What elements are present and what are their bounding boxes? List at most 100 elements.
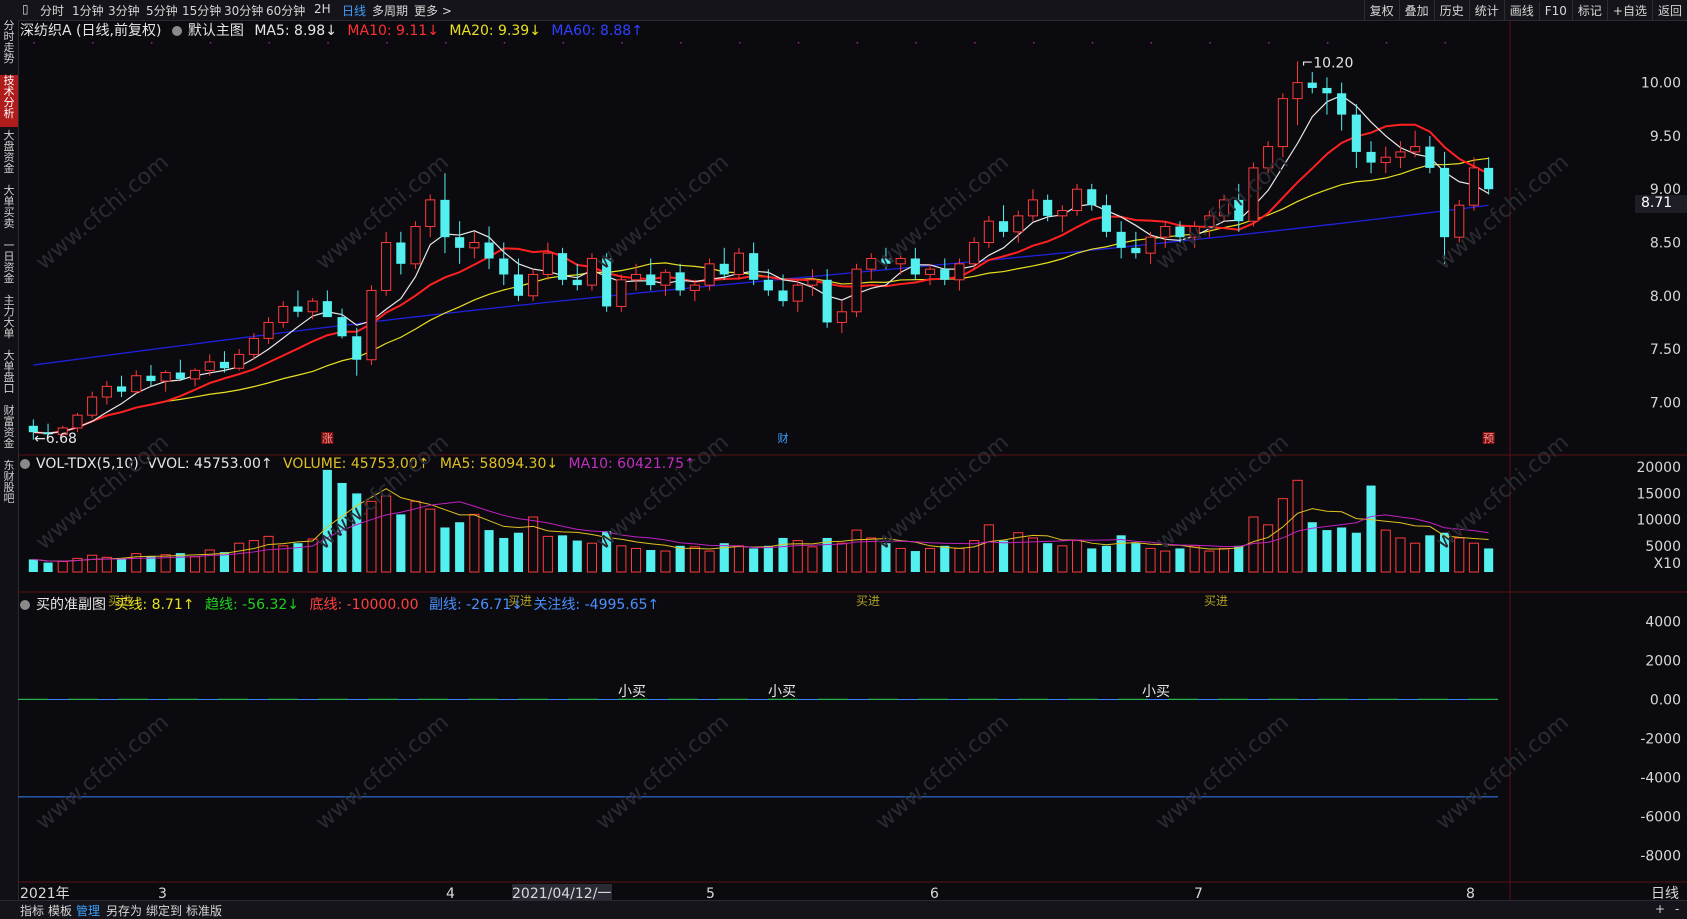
volume-bar-down bbox=[1101, 545, 1112, 572]
tab-1[interactable]: 1分钟 bbox=[72, 2, 104, 19]
date-axis-label: 2021年 bbox=[20, 886, 70, 900]
tab-10[interactable]: 更多 > bbox=[414, 2, 452, 19]
tab-3[interactable]: 5分钟 bbox=[146, 2, 178, 19]
candle-body-down bbox=[822, 279, 832, 323]
candle-body-up bbox=[160, 372, 171, 382]
candle-body-up bbox=[307, 300, 318, 313]
bottom-tab-3[interactable]: 另存为 bbox=[106, 902, 142, 919]
tab-8[interactable]: 日线 bbox=[342, 2, 366, 19]
sidebar-item-2[interactable]: 大盘资金 bbox=[0, 130, 18, 182]
bottom-tab-1[interactable]: 模板 bbox=[48, 902, 72, 919]
volume-bar-up bbox=[1145, 547, 1156, 573]
top-button-8[interactable]: 返回 bbox=[1651, 0, 1687, 21]
sidebar-item-3[interactable]: 大单买卖 bbox=[0, 185, 18, 237]
settings-circle-icon[interactable] bbox=[171, 26, 182, 36]
tab-5[interactable]: 30分钟 bbox=[224, 2, 263, 19]
candle-body-up bbox=[704, 263, 715, 286]
top-button-5[interactable]: F10 bbox=[1538, 2, 1572, 20]
top-dot-mark bbox=[738, 42, 741, 44]
buy-signal-label: 买进 bbox=[1204, 594, 1228, 608]
volume-bar-up bbox=[248, 540, 259, 573]
template-name[interactable]: 默认主图 bbox=[188, 23, 244, 39]
top-right-buttons: 复权 叠加 历史 统计 画线 F10 标记 +自选 返回 bbox=[1363, 0, 1687, 21]
top-button-1[interactable]: 叠加 bbox=[1398, 0, 1434, 21]
sidebar-item-7[interactable]: 财富资金 bbox=[0, 405, 18, 457]
sub-indicator-name[interactable]: 买的准副图 bbox=[36, 597, 106, 613]
candle-body-up bbox=[1071, 188, 1083, 212]
settings-circle-icon[interactable] bbox=[20, 600, 30, 610]
volume-bar-down bbox=[557, 535, 568, 572]
volume-bar-down bbox=[1425, 535, 1435, 572]
candle-body-up bbox=[807, 279, 818, 286]
top-button-0[interactable]: 复权 bbox=[1363, 0, 1399, 21]
top-button-7[interactable]: +自选 bbox=[1606, 0, 1652, 21]
top-button-2[interactable]: 历史 bbox=[1433, 0, 1469, 21]
top-dot-mark bbox=[680, 42, 682, 44]
top-dot-mark bbox=[621, 42, 623, 44]
date-axis-label: 3 bbox=[158, 886, 167, 900]
tab-9[interactable]: 多周期 bbox=[372, 2, 408, 19]
volume-bar-up bbox=[836, 542, 847, 573]
volume-bar-up bbox=[410, 500, 421, 573]
candle-body-up bbox=[101, 385, 112, 398]
candle-body-up bbox=[263, 321, 274, 339]
buy-signal-label: 买进 bbox=[856, 594, 880, 608]
tab-6[interactable]: 60分钟 bbox=[266, 2, 305, 19]
bottom-tab-4[interactable]: 绑定到 bbox=[146, 902, 182, 919]
volume-bar-down bbox=[455, 522, 465, 572]
sidebar-item-8[interactable]: 东财股吧 bbox=[0, 460, 18, 512]
period-toolbar: 分时 1分钟 3分钟 5分钟 15分钟 30分钟 60分钟 2H 日线 多周期 更多 > ▯ 复权 叠加… bbox=[0, 0, 1687, 21]
volume-bar-down bbox=[763, 545, 773, 572]
candle-body-down bbox=[1337, 93, 1347, 115]
zoom-in-icon[interactable]: + bbox=[1655, 902, 1665, 916]
volume-bar-up bbox=[1204, 550, 1215, 573]
sidebar-item-4[interactable]: 一日资金 bbox=[0, 240, 18, 292]
sidebar-item-1[interactable]: 技术分析 bbox=[0, 75, 18, 127]
candle-body-up bbox=[1160, 226, 1171, 238]
settings-circle-icon[interactable] bbox=[20, 459, 30, 469]
volume-bar-up bbox=[851, 529, 862, 573]
candle-body-up bbox=[1277, 98, 1288, 148]
ma20-value: MA20: 9.39↓ bbox=[449, 23, 541, 39]
candle-body-down bbox=[1307, 82, 1317, 88]
candle-body-up bbox=[1057, 210, 1068, 217]
candle-body-up bbox=[954, 263, 965, 281]
volume-bar-up bbox=[1218, 547, 1230, 573]
tab-0[interactable]: 分时 bbox=[40, 2, 64, 19]
candle-body-up bbox=[836, 311, 847, 323]
tab-2[interactable]: 3分钟 bbox=[108, 2, 140, 19]
volume-bar-down bbox=[646, 550, 656, 572]
volume-bar-up bbox=[895, 547, 906, 573]
volume-bar-up bbox=[1263, 524, 1274, 573]
top-button-4[interactable]: 画线 bbox=[1503, 0, 1539, 21]
top-dot-mark bbox=[1209, 42, 1211, 44]
top-dot-mark bbox=[562, 42, 565, 44]
sidebar-item-5[interactable]: 主力大单 bbox=[0, 295, 18, 347]
volume-bar-up bbox=[542, 535, 553, 573]
top-button-6[interactable]: 标记 bbox=[1571, 0, 1607, 21]
candle-body-up bbox=[851, 268, 862, 313]
top-button-3[interactable]: 统计 bbox=[1468, 0, 1504, 21]
current-price-tag: 8.71 bbox=[1635, 195, 1687, 213]
candle-body-down bbox=[322, 301, 332, 318]
volume-bar-down bbox=[749, 548, 759, 572]
candle-body-down bbox=[219, 361, 230, 369]
candle-body-up bbox=[204, 361, 215, 371]
tab-4[interactable]: 15分钟 bbox=[182, 2, 221, 19]
volume-bar-down bbox=[1484, 548, 1494, 572]
bottom-tab-5[interactable]: 标准版 bbox=[186, 902, 222, 919]
candle-body-down bbox=[1366, 151, 1376, 163]
volume-bar-down bbox=[513, 532, 524, 572]
candle-body-down bbox=[1101, 205, 1112, 232]
candle-body-up bbox=[278, 305, 289, 323]
bottom-tab-0[interactable]: 指标 bbox=[20, 902, 44, 919]
tab-7[interactable]: 2H bbox=[314, 2, 331, 16]
candle-body-down bbox=[396, 242, 406, 264]
sub-annotation: 小买 bbox=[1142, 684, 1170, 700]
zoom-out-icon[interactable]: - bbox=[1675, 902, 1679, 916]
sidebar-item-0[interactable]: 分时走势 bbox=[0, 20, 18, 72]
sidebar-item-6[interactable]: 大单盘口 bbox=[0, 350, 18, 402]
ma20-line bbox=[33, 157, 1489, 434]
panel-toggle-icon[interactable]: ▯ bbox=[22, 2, 29, 16]
bottom-tab-2[interactable]: 管理 bbox=[76, 902, 100, 919]
